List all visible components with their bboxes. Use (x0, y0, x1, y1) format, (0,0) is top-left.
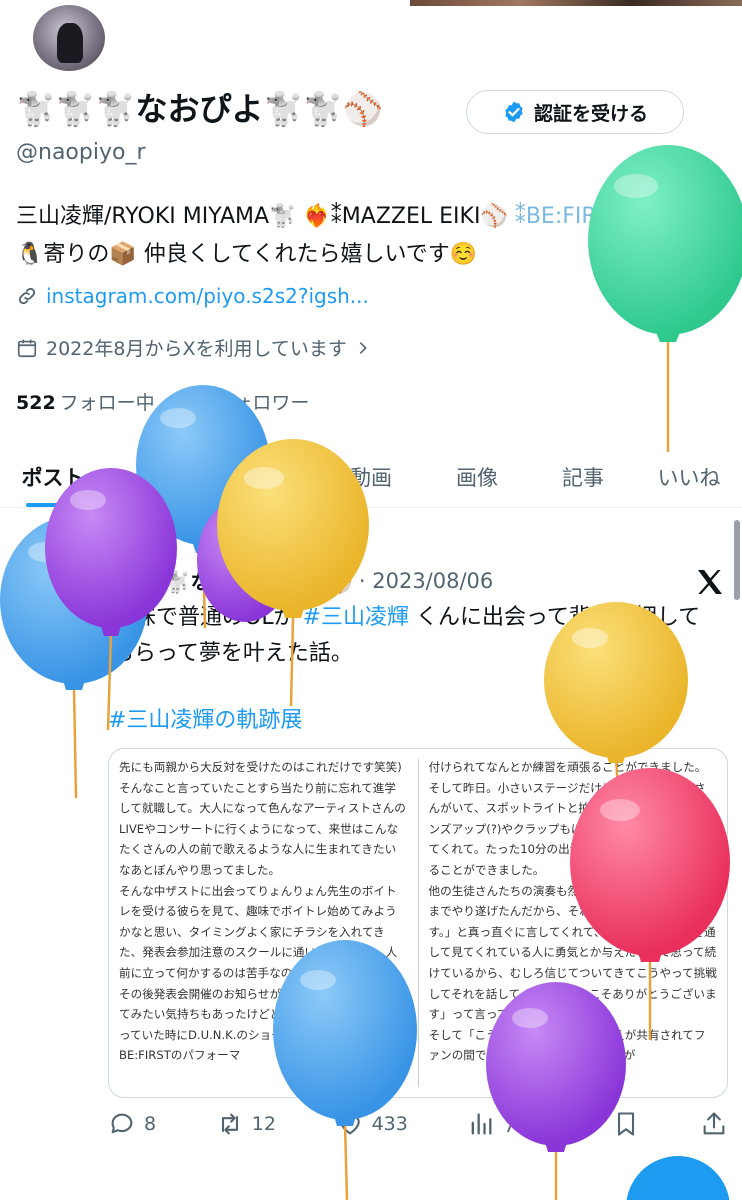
profile-tabs: ポスト 返信 ハイライト 動画 画像 記事 いいね (0, 446, 742, 508)
tab-replies[interactable]: 返信 (106, 446, 212, 507)
post-date[interactable]: · 2023/08/06 (359, 569, 493, 593)
followers-stat[interactable]: 448 フォロワー (171, 388, 310, 415)
profile-handle: @naopiyo_r (16, 140, 146, 165)
scrollbar[interactable] (734, 520, 740, 600)
share-icon (703, 1112, 725, 1135)
profile-banner[interactable] (0, 0, 742, 6)
link-icon (18, 287, 36, 305)
post-tag-line[interactable]: #三山凌輝の軌跡展 (108, 702, 302, 734)
post-author-name[interactable]: 🐩🐩🐩なおぴよ🐩🐩⚾ (112, 566, 353, 596)
tab-likes[interactable]: いいね (636, 446, 742, 507)
post-image-text-right: 付けられてなんとか練習を頑張ることができました。 そして昨日。小さいステージだけ… (428, 760, 717, 1063)
tab-images[interactable]: 画像 (424, 446, 530, 507)
heart-icon (339, 1115, 360, 1135)
reply-icon (111, 1113, 133, 1134)
post-image[interactable]: 先にも両親から大反対を受けたのはこれだけです笑笑) そんなこと言っていたことすら… (108, 748, 728, 1098)
followers-label: フォロワー (214, 392, 310, 414)
share-button[interactable] (700, 1110, 728, 1138)
bookmark-button[interactable] (612, 1110, 640, 1138)
post-author-avatar[interactable] (14, 568, 92, 646)
bookmark-icon (618, 1112, 635, 1136)
bio-line-2: 🐧寄りの📦 仲良くしてくれたら嬉しいです☺️ (16, 242, 478, 267)
display-name: 🐩🐩🐩なおぴよ🐩🐩⚾ (16, 90, 384, 128)
following-count: 522 (16, 392, 56, 414)
tab-highlights[interactable]: ハイライト (212, 446, 318, 507)
calendar-icon (17, 339, 37, 357)
profile-bio: 三山凌輝/RYOKI MIYAMA🐩 ❤️‍🔥⁑MAZZEL EIKI⚾ ⁑BE… (16, 198, 726, 274)
tab-videos[interactable]: 動画 (318, 446, 424, 507)
post-text: 趣味で普通のOLが #三山凌輝 くんに出会って背中を押してもらって夢を叶えた話。 (112, 600, 712, 672)
following-stat[interactable]: 522 フォロー中 (16, 388, 155, 415)
post-text-prefix: 趣味で普通のOLが (112, 605, 303, 630)
post-actions: 8 12 433 7.9万 (108, 1110, 728, 1138)
follow-stats: 522 フォロー中 448 フォロワー (16, 388, 309, 415)
bio-line-1-tail: ⁑BE:FIRST (507, 204, 625, 229)
get-verified-label: 認証を受ける (533, 102, 648, 125)
repost-button[interactable]: 12 (216, 1110, 276, 1138)
following-label: フォロー中 (59, 392, 155, 414)
balloon-green (588, 145, 742, 452)
views-button[interactable]: 7.9万 (467, 1110, 553, 1138)
tab-posts[interactable]: ポスト (0, 446, 106, 507)
compose-post-button[interactable] (626, 1156, 730, 1200)
tab-articles[interactable]: 記事 (530, 446, 636, 507)
profile-avatar[interactable] (30, 2, 108, 74)
like-button[interactable]: 433 (336, 1110, 408, 1138)
joined-date-text: 2022年8月からXを利用しています (46, 338, 347, 360)
x-logo-icon (698, 570, 722, 594)
joined-date-row[interactable]: 2022年8月からXを利用しています (16, 334, 371, 361)
chevron-right-icon (359, 341, 367, 354)
post-image-text-left: 先にも両親から大反対を受けたのはこれだけです笑笑) そんなこと言っていたことすら… (119, 760, 408, 1063)
bio-line-1: 三山凌輝/RYOKI MIYAMA🐩 ❤️‍🔥⁑MAZZEL EIKI⚾ (16, 204, 508, 229)
profile-link[interactable]: instagram.com/piyo.s2s2?igsh... (16, 284, 369, 308)
repost-count: 12 (251, 1113, 276, 1135)
view-count: 7.9万 (503, 1114, 553, 1137)
post-hashtag[interactable]: #三山凌輝 (303, 605, 409, 630)
analytics-icon (472, 1113, 492, 1135)
reply-count: 8 (144, 1113, 157, 1135)
repost-icon (221, 1113, 238, 1135)
like-count: 433 (371, 1113, 408, 1135)
reply-button[interactable]: 8 (108, 1110, 156, 1138)
get-verified-button[interactable]: 認証を受ける (466, 90, 684, 134)
followers-count: 448 (170, 392, 211, 414)
post-header: 🐩🐩🐩なおぴよ🐩🐩⚾ · 2023/08/06 (112, 566, 493, 596)
verified-badge-icon (505, 101, 523, 123)
profile-link-text[interactable]: instagram.com/piyo.s2s2?igsh... (46, 284, 369, 308)
